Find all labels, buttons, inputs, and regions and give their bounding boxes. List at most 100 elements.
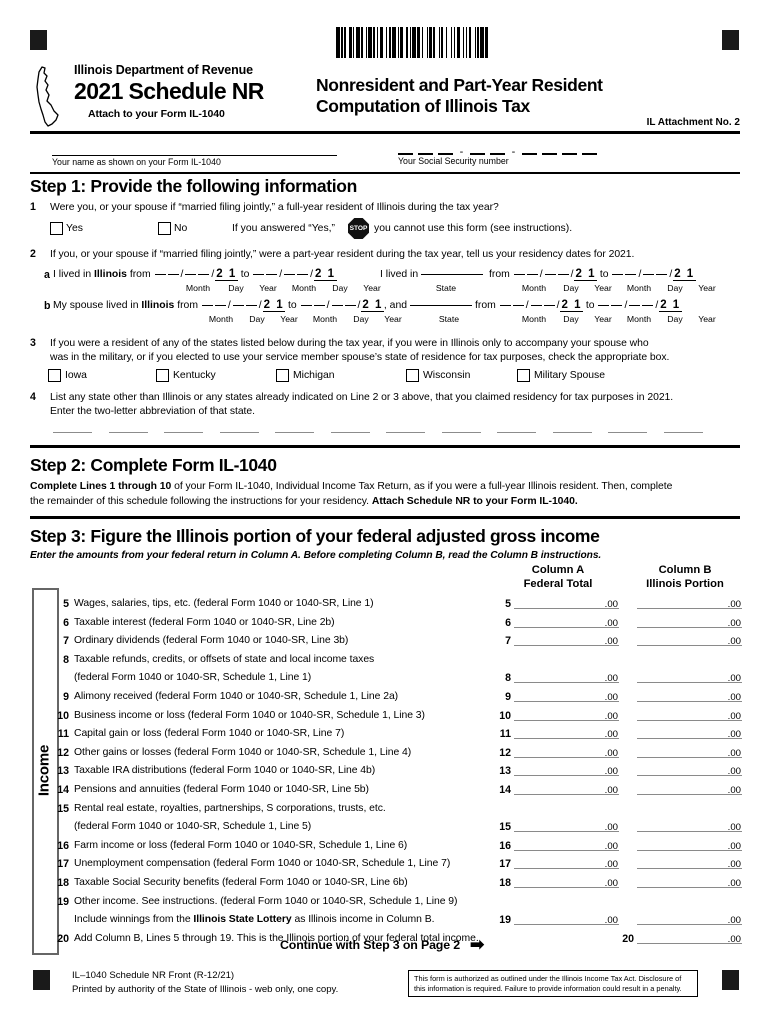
- q2b-from-month[interactable]: [201, 305, 213, 306]
- q2a-other-to-day[interactable]: [643, 274, 655, 275]
- q4-state-blank[interactable]: [108, 432, 148, 433]
- column-b-amount-input[interactable]: .00: [637, 782, 742, 796]
- q4-state-blank[interactable]: [441, 432, 481, 433]
- column-b-amount-input[interactable]: .00: [637, 875, 742, 889]
- q2a-other-from-month-2[interactable]: [526, 274, 538, 275]
- q3-checkbox-iowa[interactable]: [48, 369, 61, 382]
- q2b-other-to-day[interactable]: [629, 305, 641, 306]
- q2b-to-month-2[interactable]: [313, 305, 325, 306]
- q2b-other-to-month-2[interactable]: [611, 305, 623, 306]
- q4-state-blank[interactable]: [219, 432, 259, 433]
- column-a-amount-input[interactable]: .00: [514, 782, 619, 796]
- column-a-amount-input[interactable]: .00: [514, 763, 619, 777]
- name-input-line[interactable]: [52, 140, 337, 156]
- column-b-amount-input[interactable]: .00: [637, 596, 742, 610]
- column-a-amount-input[interactable]: .00: [514, 615, 619, 629]
- ssn-digit-9[interactable]: [582, 153, 597, 155]
- ssn-digit-1[interactable]: [398, 153, 413, 155]
- q4-state-blank[interactable]: [552, 432, 592, 433]
- q2a-other-to-month[interactable]: [612, 274, 624, 275]
- q2a-from-day-2[interactable]: [198, 274, 210, 275]
- column-b-amount-input[interactable]: .00: [637, 856, 742, 870]
- q2a-other-state-input[interactable]: [421, 274, 484, 275]
- q4-state-blank[interactable]: [497, 432, 536, 433]
- ssn-digit-3[interactable]: [438, 153, 453, 155]
- name-field-group[interactable]: Your name as shown on your Form IL-1040: [52, 140, 337, 167]
- q2a-other-from-day[interactable]: [544, 274, 556, 275]
- column-a-amount-input[interactable]: .00: [514, 689, 619, 703]
- q2a-to-day[interactable]: [284, 274, 296, 275]
- q1-yes-checkbox[interactable]: [50, 222, 63, 235]
- column-b-amount-input[interactable]: .00: [637, 931, 742, 945]
- q2a-from-day[interactable]: [185, 274, 197, 275]
- q2a-illinois-dates[interactable]: I lived in Illinois from //2 1 to //2 1: [53, 268, 337, 281]
- q3-checkbox-kentucky[interactable]: [156, 369, 169, 382]
- column-b-amount-input[interactable]: .00: [637, 633, 742, 647]
- ssn-field-group[interactable]: - - Your Social Security number: [398, 140, 698, 166]
- q2b-to-month[interactable]: [300, 305, 312, 306]
- column-b-amount-input[interactable]: .00: [637, 670, 742, 684]
- column-b-amount-input[interactable]: .00: [637, 708, 742, 722]
- column-b-amount-input[interactable]: .00: [637, 763, 742, 777]
- ssn-digit-5[interactable]: [490, 153, 505, 155]
- ssn-digit-8[interactable]: [562, 153, 577, 155]
- q2b-illinois-dates[interactable]: My spouse lived in Illinois from //2 1 t…: [53, 299, 682, 312]
- column-a-amount-input[interactable]: .00: [514, 745, 619, 759]
- column-a-amount-input[interactable]: .00: [514, 726, 619, 740]
- q2a-to-month-2[interactable]: [266, 274, 278, 275]
- q2a-other-to-day-2[interactable]: [656, 274, 668, 275]
- q2b-other-from-month-2[interactable]: [512, 305, 524, 306]
- q2a-other-from-day-2[interactable]: [557, 274, 569, 275]
- q2b-other-to-month[interactable]: [598, 305, 610, 306]
- column-a-amount-input[interactable]: .00: [514, 838, 619, 852]
- q2a-from-month-2[interactable]: [167, 274, 179, 275]
- q2b-from-day[interactable]: [232, 305, 244, 306]
- q4-state-blank[interactable]: [164, 432, 203, 433]
- column-a-amount-input[interactable]: .00: [514, 708, 619, 722]
- q2a-other-from-month[interactable]: [513, 274, 525, 275]
- q2b-to-day-2[interactable]: [344, 305, 356, 306]
- ssn-digit-2[interactable]: [418, 153, 433, 155]
- ssn-digit-7[interactable]: [542, 153, 557, 155]
- q1-no-checkbox[interactable]: [158, 222, 171, 235]
- column-a-amount-input[interactable]: .00: [514, 596, 619, 610]
- q3-checkbox-military-spouse[interactable]: [517, 369, 530, 382]
- q2b-other-from-month[interactable]: [499, 305, 511, 306]
- q2a-to-day-2[interactable]: [297, 274, 309, 275]
- q2b-other-to-day-2[interactable]: [642, 305, 654, 306]
- q3-checkbox-michigan[interactable]: [276, 369, 289, 382]
- column-a-amount-input[interactable]: .00: [514, 856, 619, 870]
- column-b-amount-input[interactable]: .00: [637, 689, 742, 703]
- q2b-to-day[interactable]: [331, 305, 343, 306]
- column-b-amount-input[interactable]: .00: [637, 819, 742, 833]
- q2b-other-from-day[interactable]: [530, 305, 542, 306]
- q4-state-blank[interactable]: [53, 432, 92, 433]
- ssn-input-boxes[interactable]: - -: [398, 140, 698, 158]
- q4-state-blank[interactable]: [663, 432, 703, 433]
- column-a-amount-input[interactable]: .00: [514, 819, 619, 833]
- q4-state-blank[interactable]: [386, 432, 425, 433]
- q2a-other-to-month-2[interactable]: [625, 274, 637, 275]
- q2b-other-state-input[interactable]: [410, 305, 473, 306]
- ssn-digit-4[interactable]: [470, 153, 485, 155]
- q2b-from-month-2[interactable]: [214, 305, 226, 306]
- q2a-other-state-dates[interactable]: I lived in from //2 1 to //2 1: [380, 268, 696, 281]
- column-b-amount-input[interactable]: .00: [637, 745, 742, 759]
- column-b-amount-input[interactable]: .00: [637, 726, 742, 740]
- q4-state-blank[interactable]: [275, 432, 314, 433]
- q2a-to-month[interactable]: [253, 274, 265, 275]
- column-b-amount-input[interactable]: .00: [637, 838, 742, 852]
- q2b-from-day-2[interactable]: [245, 305, 257, 306]
- q3-checkbox-wisconsin[interactable]: [406, 369, 419, 382]
- q4-state-blank[interactable]: [608, 432, 647, 433]
- column-a-amount-input[interactable]: .00: [514, 912, 619, 926]
- q2a-from-month[interactable]: [154, 274, 166, 275]
- column-a-amount-input[interactable]: .00: [514, 875, 619, 889]
- q2b-other-from-day-2[interactable]: [543, 305, 555, 306]
- column-b-amount-input[interactable]: .00: [637, 615, 742, 629]
- q4-state-blank[interactable]: [330, 432, 370, 433]
- column-a-amount-input[interactable]: .00: [514, 633, 619, 647]
- column-a-amount-input[interactable]: .00: [514, 670, 619, 684]
- column-b-amount-input[interactable]: .00: [637, 912, 742, 926]
- ssn-digit-6[interactable]: [522, 153, 537, 155]
